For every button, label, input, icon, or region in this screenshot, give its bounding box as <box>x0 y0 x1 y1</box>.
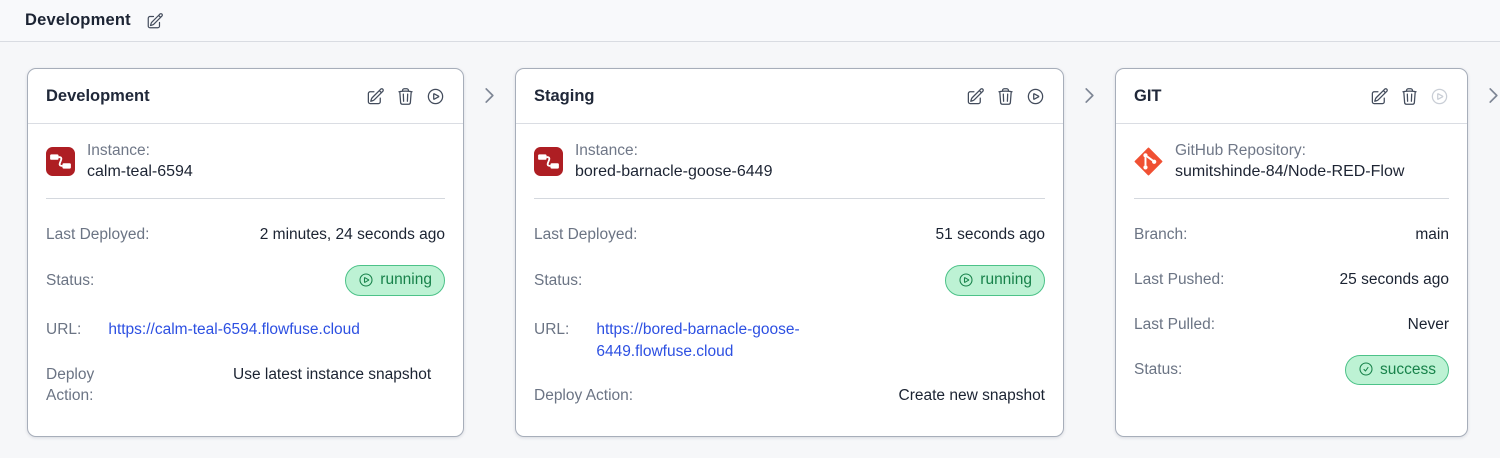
detail-row: Last Pulled: Never <box>1134 314 1449 336</box>
status-badge-label: running <box>380 271 432 289</box>
row-value: 25 seconds ago <box>1339 271 1449 289</box>
detail-row: Last Deployed: 51 seconds ago <box>534 224 1045 246</box>
status-badge: running <box>945 265 1045 296</box>
row-value: 51 seconds ago <box>935 226 1045 244</box>
row-label: URL: <box>534 320 570 338</box>
detail-row: Branch: main <box>1134 224 1449 246</box>
detail-row: URL: https://bored-barnacle-goose-6449.fl… <box>534 319 1045 362</box>
pipeline-stage-card: GIT GitHub Repository: sumitshinde-84/No… <box>1115 68 1468 437</box>
stage-source: Instance: bored-barnacle-goose-6449 <box>534 124 1045 183</box>
detail-row: Deploy Action: Create new snapshot <box>534 385 1045 407</box>
source-value: calm-teal-6594 <box>87 163 193 181</box>
instance-url-link[interactable]: https://bored-barnacle-goose-6449.flowfu… <box>596 319 868 362</box>
stage-source: Instance: calm-teal-6594 <box>46 124 445 183</box>
row-value: main <box>1415 226 1449 244</box>
status-badge-label: success <box>1380 360 1436 378</box>
divider <box>534 198 1045 200</box>
instance-url-link[interactable]: https://calm-teal-6594.flowfuse.cloud <box>108 319 360 341</box>
delete-stage-icon[interactable] <box>1400 87 1419 106</box>
stage-detail-rows: Branch: main Last Pushed: 25 seconds ago Las… <box>1134 224 1449 386</box>
check-circle-icon <box>1358 361 1374 377</box>
chevron-right-icon <box>1079 85 1100 106</box>
status-badge-label: running <box>980 271 1032 289</box>
run-stage-icon <box>1430 87 1449 106</box>
delete-stage-icon[interactable] <box>396 87 415 106</box>
detail-row: Status: running <box>534 265 1045 296</box>
stage-title: Staging <box>534 86 595 105</box>
row-value: Use latest instance snapshot <box>233 365 432 383</box>
node-red-instance-icon <box>534 147 563 177</box>
play-circle-icon <box>958 272 974 288</box>
stage-title: GIT <box>1134 86 1162 105</box>
status-badge: success <box>1345 354 1449 386</box>
pipeline-stages: Development Instance: calm-teal-6594 Las… <box>0 42 1500 437</box>
node-red-instance-icon <box>46 147 75 177</box>
source-label: GitHub Repository: <box>1175 142 1306 159</box>
delete-stage-icon[interactable] <box>996 87 1015 106</box>
source-value: bored-barnacle-goose-6449 <box>575 163 773 181</box>
stage-detail-rows: Last Deployed: 51 seconds ago Status: runni… <box>534 224 1045 406</box>
stage-actions <box>1370 87 1449 106</box>
row-label: Last Pulled: <box>1134 315 1215 333</box>
row-label: Last Pushed: <box>1134 271 1225 289</box>
run-stage-icon[interactable] <box>426 87 445 106</box>
row-value: 2 minutes, 24 seconds ago <box>259 226 445 244</box>
edit-pipeline-icon[interactable] <box>146 12 164 30</box>
row-label: Deploy Action: <box>46 365 95 405</box>
row-label: Last Deployed: <box>46 226 150 244</box>
pipeline-title: Development <box>25 11 131 29</box>
run-stage-icon[interactable] <box>1026 87 1045 106</box>
edit-stage-icon[interactable] <box>966 87 985 106</box>
stage-body: GitHub Repository: sumitshinde-84/Node-R… <box>1116 124 1467 401</box>
pipeline-stage-card: Development Instance: calm-teal-6594 Las… <box>27 68 464 437</box>
stage-detail-rows: Last Deployed: 2 minutes, 24 seconds ago S… <box>46 224 445 406</box>
play-circle-icon <box>358 272 374 288</box>
row-label: Status: <box>1134 361 1183 379</box>
detail-row: Last Deployed: 2 minutes, 24 seconds ago <box>46 224 445 246</box>
source-value: sumitshinde-84/Node-RED-Flow <box>1175 163 1405 181</box>
stage-actions <box>966 87 1045 106</box>
edit-stage-icon[interactable] <box>366 87 385 106</box>
edit-stage-icon[interactable] <box>1370 87 1389 106</box>
row-value: Never <box>1407 315 1449 333</box>
row-value: Create new snapshot <box>898 387 1045 405</box>
detail-row: Status: running <box>46 265 445 296</box>
stage-header: GIT <box>1116 69 1467 124</box>
stage-header: Development <box>28 69 463 124</box>
stage-body: Instance: bored-barnacle-goose-6449 Last… <box>516 124 1063 423</box>
stage-header: Staging <box>516 69 1063 124</box>
row-label: Branch: <box>1134 226 1188 244</box>
stage-body: Instance: calm-teal-6594 Last Deployed: 2… <box>28 124 463 423</box>
row-label: Status: <box>534 271 583 289</box>
divider <box>46 198 445 200</box>
stage-title: Development <box>46 86 150 105</box>
stage-actions <box>366 87 445 106</box>
detail-row: Deploy Action: Use latest instance snapsh… <box>46 364 445 407</box>
pipeline-header-bar: Development <box>0 0 1500 42</box>
stage-source: GitHub Repository: sumitshinde-84/Node-R… <box>1134 124 1449 183</box>
source-label: Instance: <box>575 142 638 159</box>
chevron-right-icon <box>479 85 500 106</box>
pipeline-stage-card: Staging Instance: bored-barnacle-goose-6… <box>515 68 1064 437</box>
row-label: Status: <box>46 271 95 289</box>
row-label: Deploy Action: <box>534 387 634 405</box>
detail-row: Status: success <box>1134 354 1449 386</box>
git-icon <box>1134 147 1163 176</box>
row-label: URL: <box>46 320 82 338</box>
row-label: Last Deployed: <box>534 226 638 244</box>
detail-row: Last Pushed: 25 seconds ago <box>1134 269 1449 291</box>
detail-row: URL: https://calm-teal-6594.flowfuse.clou… <box>46 319 445 341</box>
divider <box>1134 198 1449 200</box>
status-badge: running <box>345 265 445 296</box>
chevron-right-icon <box>1483 85 1500 106</box>
source-label: Instance: <box>87 142 150 159</box>
